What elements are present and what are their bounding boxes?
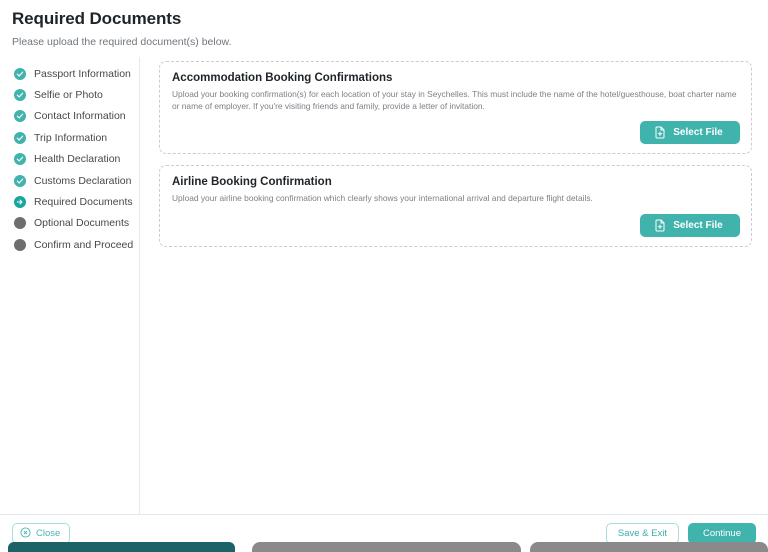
footer-action-bar: Close Save & Exit Continue xyxy=(0,514,768,552)
sidebar-step-label: Health Declaration xyxy=(34,153,121,166)
sidebar-step-label: Passport Information xyxy=(34,67,131,80)
document-card-actions: Select File xyxy=(172,121,740,144)
sidebar-step-label: Trip Information xyxy=(34,131,108,144)
arrow-right-circle-icon xyxy=(14,196,26,209)
page-header: Required Documents Please upload the req… xyxy=(0,0,768,49)
sidebar-step-required-documents[interactable]: Required Documents xyxy=(0,191,139,212)
check-circle-icon xyxy=(14,89,26,102)
document-card-actions: Select File xyxy=(172,213,740,237)
select-file-button[interactable]: Select File xyxy=(640,121,740,144)
body-container: Passport Information Selfie or Photo Conta… xyxy=(0,49,768,514)
check-circle-icon xyxy=(14,174,26,187)
close-circle-icon xyxy=(20,527,31,541)
footer-right-actions: Save & Exit Continue xyxy=(605,523,756,544)
document-upload-card: Accommodation Booking Confirmations Uploa… xyxy=(159,61,752,154)
check-circle-icon xyxy=(14,153,26,166)
check-circle-icon xyxy=(14,131,26,144)
application-window: Required Documents Please upload the req… xyxy=(0,0,768,552)
sidebar-step-label: Customs Declaration xyxy=(34,174,132,187)
document-card-title: Airline Booking Confirmation xyxy=(172,176,332,188)
document-upload-card: Airline Booking Confirmation Upload your … xyxy=(159,165,752,247)
filled-circle-icon xyxy=(14,217,26,230)
sidebar-step-health-declaration[interactable]: Health Declaration xyxy=(0,149,139,170)
filled-circle-icon xyxy=(14,238,26,251)
documents-content: Accommodation Booking Confirmations Uploa… xyxy=(140,57,768,514)
step-sidebar: Passport Information Selfie or Photo Conta… xyxy=(0,57,140,514)
file-add-icon xyxy=(654,126,666,139)
check-circle-icon xyxy=(14,110,26,123)
page-subtitle: Please upload the required document(s) b… xyxy=(12,36,232,48)
close-button-label: Close xyxy=(36,527,61,539)
close-button[interactable]: Close xyxy=(12,523,71,544)
sidebar-step-label: Optional Documents xyxy=(34,217,130,230)
sidebar-step-confirm-and-proceed[interactable]: Confirm and Proceed xyxy=(0,234,139,255)
check-circle-icon xyxy=(14,67,26,80)
sidebar-step-contact-information[interactable]: Contact Information xyxy=(0,106,139,127)
sidebar-step-label: Confirm and Proceed xyxy=(34,238,134,251)
sidebar-step-customs-declaration[interactable]: Customs Declaration xyxy=(0,170,139,191)
sidebar-step-selfie-or-photo[interactable]: Selfie or Photo xyxy=(0,84,139,105)
select-file-button-label: Select File xyxy=(673,127,723,138)
save-and-exit-button[interactable]: Save & Exit xyxy=(605,523,679,544)
document-card-description: Upload your airline booking confirmation… xyxy=(172,193,593,203)
select-file-button[interactable]: Select File xyxy=(640,213,740,237)
page-title: Required Documents xyxy=(12,9,182,28)
sidebar-step-label: Selfie or Photo xyxy=(34,89,103,102)
sidebar-step-label: Contact Information xyxy=(34,110,126,123)
sidebar-step-optional-documents[interactable]: Optional Documents xyxy=(0,213,139,234)
document-card-title: Accommodation Booking Confirmations xyxy=(172,72,393,84)
select-file-button-label: Select File xyxy=(673,219,723,231)
file-add-icon xyxy=(654,219,666,232)
sidebar-step-passport-information[interactable]: Passport Information xyxy=(0,63,139,84)
sidebar-step-label: Required Documents xyxy=(34,196,133,209)
sidebar-step-trip-information[interactable]: Trip Information xyxy=(0,127,139,148)
continue-button[interactable]: Continue xyxy=(687,523,756,544)
document-card-description: Upload your booking confirmation(s) for … xyxy=(172,89,737,111)
